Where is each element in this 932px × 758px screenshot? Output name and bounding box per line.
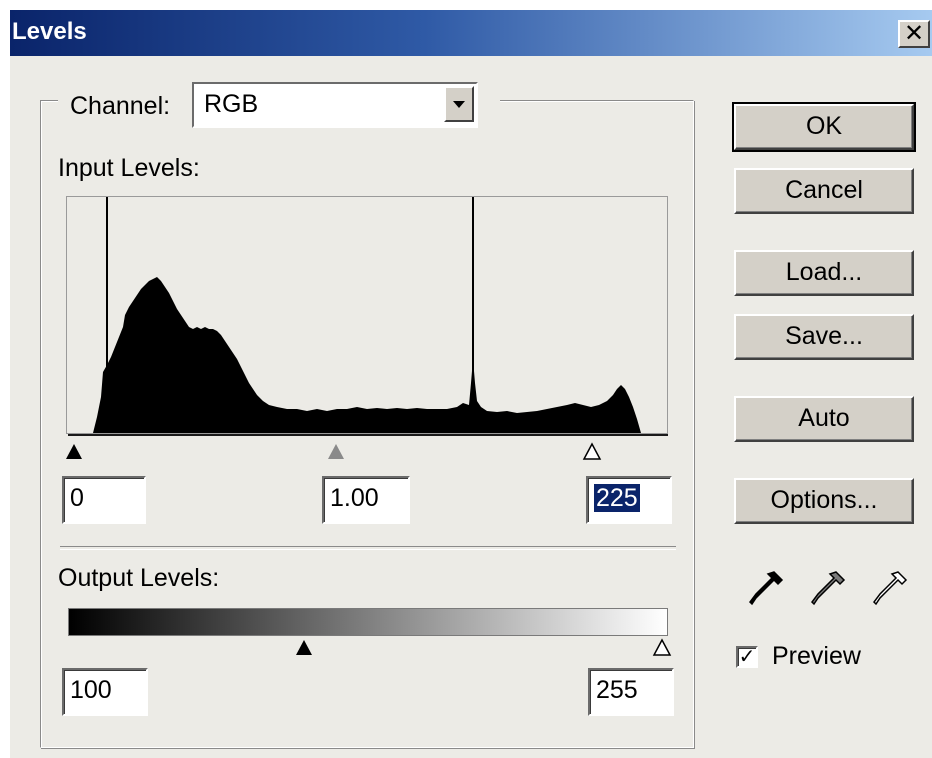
- output-levels-label: Output Levels:: [58, 564, 220, 592]
- close-icon: ✕: [903, 20, 925, 47]
- white-point-eyedropper-icon[interactable]: [868, 566, 912, 612]
- channel-select[interactable]: RGB: [192, 82, 478, 128]
- input-white-value: 225: [594, 484, 640, 512]
- input-gamma-slider-handle[interactable]: [326, 442, 346, 462]
- close-button[interactable]: ✕: [898, 20, 930, 48]
- preview-label[interactable]: Preview: [772, 642, 861, 671]
- cancel-button[interactable]: Cancel: [734, 168, 914, 214]
- auto-button[interactable]: Auto: [734, 396, 914, 442]
- options-button[interactable]: Options...: [734, 478, 914, 524]
- input-levels-label: Input Levels:: [58, 154, 200, 182]
- separator: [60, 546, 676, 550]
- output-white-slider-handle[interactable]: [652, 638, 672, 658]
- input-black-field[interactable]: 0: [62, 476, 146, 524]
- input-slider-track: [68, 434, 668, 436]
- levels-dialog: Levels ✕ Channel: RGB Input Levels: 0 1.…: [10, 10, 932, 758]
- chevron-down-icon[interactable]: [444, 86, 474, 122]
- output-black-field[interactable]: 100: [62, 668, 148, 716]
- ok-button[interactable]: OK: [732, 102, 916, 152]
- checkmark-icon: ✓: [738, 646, 756, 668]
- input-white-slider-handle[interactable]: [582, 442, 602, 462]
- gray-point-eyedropper-icon[interactable]: [806, 566, 850, 612]
- preview-checkbox[interactable]: ✓: [736, 646, 758, 668]
- title-bar[interactable]: Levels ✕: [10, 10, 932, 56]
- save-button[interactable]: Save...: [734, 314, 914, 360]
- window-title: Levels: [12, 18, 87, 45]
- channel-select-value: RGB: [204, 90, 259, 118]
- output-black-slider-handle[interactable]: [294, 638, 314, 658]
- histogram-graph: [93, 197, 641, 433]
- input-black-slider-handle[interactable]: [64, 442, 84, 462]
- black-point-eyedropper-icon[interactable]: [744, 566, 788, 612]
- input-gamma-field[interactable]: 1.00: [322, 476, 410, 524]
- histogram-shape: [93, 277, 641, 433]
- histogram: [66, 196, 668, 434]
- output-gradient-bar: [68, 608, 668, 636]
- input-white-field[interactable]: 225: [586, 476, 672, 524]
- output-white-field[interactable]: 255: [588, 668, 674, 716]
- load-button[interactable]: Load...: [734, 250, 914, 296]
- channel-label: Channel:: [70, 92, 171, 120]
